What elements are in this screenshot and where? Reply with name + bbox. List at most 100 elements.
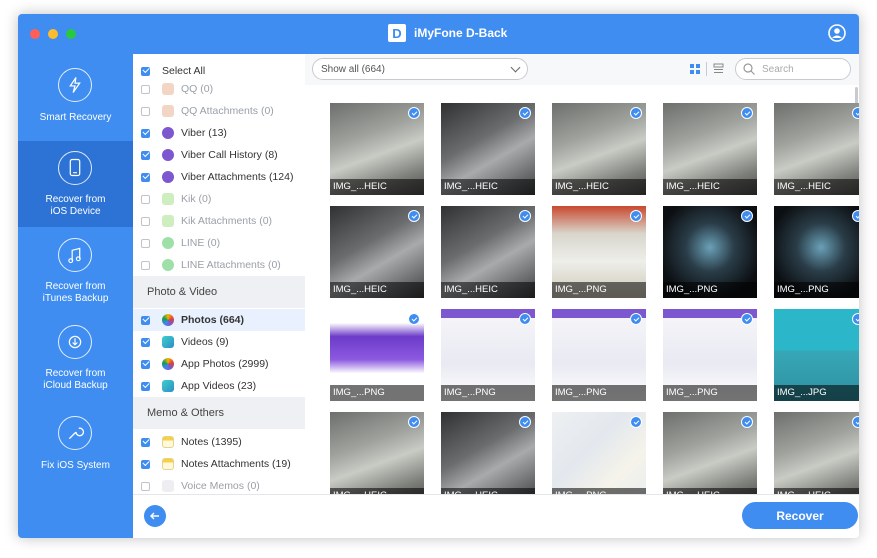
thumbnail-check-icon[interactable] [630, 313, 642, 325]
photo-thumbnail[interactable]: IMG_...PNG [552, 309, 646, 401]
select-all-checkbox[interactable] [141, 66, 150, 76]
photo-thumbnail[interactable]: IMG_...PNG [552, 206, 646, 298]
thumbnail-check-icon[interactable] [741, 107, 753, 119]
photo-thumbnail[interactable]: IMG_...PNG [663, 309, 757, 401]
user-account-icon[interactable] [828, 24, 846, 42]
category-row[interactable]: QQ (0) [133, 78, 305, 100]
category-row[interactable]: QQ Attachments (0) [133, 100, 305, 122]
photo-thumbnail[interactable]: IMG_...HEIC [552, 103, 646, 195]
category-row[interactable]: Kik Attachments (0) [133, 210, 305, 232]
sidebar-item-fix-ios-system[interactable]: Fix iOS System [18, 402, 133, 488]
thumbnail-check-icon[interactable] [741, 210, 753, 222]
photo-thumbnail[interactable]: IMG_...PNG [441, 309, 535, 401]
minimize-window-button[interactable] [48, 29, 58, 39]
category-checkbox[interactable] [141, 481, 150, 491]
category-label: LINE Attachments (0) [181, 259, 281, 271]
thumbnail-check-icon[interactable] [852, 313, 859, 325]
thumbnail-check-icon[interactable] [852, 107, 859, 119]
category-row[interactable]: App Photos (2999) [133, 353, 305, 375]
category-checkbox[interactable] [141, 459, 150, 469]
thumbnail-check-icon[interactable] [519, 313, 531, 325]
thumbnail-check-icon[interactable] [630, 107, 642, 119]
thumbnail-check-icon[interactable] [519, 416, 531, 428]
sidebar-item-itunes-backup[interactable]: Recover from iTunes Backup [18, 228, 133, 314]
sidebar-item-icloud-backup[interactable]: Recover from iCloud Backup [18, 315, 133, 401]
category-checkbox[interactable] [141, 238, 150, 248]
thumbnail-check-icon[interactable] [630, 416, 642, 428]
photo-thumbnail[interactable]: IMG_...HEIC [663, 103, 757, 195]
section-header-memo-others: Memo & Others [133, 397, 305, 429]
category-checkbox[interactable] [141, 437, 150, 447]
sidebar-item-smart-recovery[interactable]: Smart Recovery [18, 54, 133, 140]
category-row[interactable]: Notes Attachments (19) [133, 453, 305, 475]
photo-thumbnail[interactable]: IMG_...JPG [774, 309, 859, 401]
thumbnail-check-icon[interactable] [852, 210, 859, 222]
thumbnail-check-icon[interactable] [408, 210, 420, 222]
category-checkbox[interactable] [141, 216, 150, 226]
thumbnail-check-icon[interactable] [408, 107, 420, 119]
thumbnail-check-icon[interactable] [741, 416, 753, 428]
photo-thumbnail[interactable]: IMG_...HEIC [774, 412, 859, 494]
category-row[interactable]: Notes (1395) [133, 431, 305, 453]
thumbnail-check-icon[interactable] [519, 107, 531, 119]
thumbnail-check-icon[interactable] [519, 210, 531, 222]
sidebar: Smart Recovery Recover from iOS Device R… [18, 54, 133, 538]
category-checkbox[interactable] [141, 106, 150, 116]
photo-thumbnail[interactable]: IMG_...HEIC [441, 103, 535, 195]
photo-thumbnail[interactable]: IMG_...PNG [552, 412, 646, 494]
thumbnail-caption: IMG_...HEIC [663, 179, 757, 195]
thumbnail-check-icon[interactable] [408, 416, 420, 428]
zoom-window-button[interactable] [66, 29, 76, 39]
category-row[interactable]: Voice Memos (0) [133, 475, 305, 494]
category-checkbox[interactable] [141, 172, 150, 182]
category-checkbox[interactable] [141, 381, 150, 391]
thumbnail-check-icon[interactable] [408, 313, 420, 325]
category-row[interactable]: Viber Call History (8) [133, 144, 305, 166]
recover-button[interactable]: Recover [742, 502, 858, 529]
list-view-icon[interactable] [713, 63, 724, 74]
thumbnail-image [774, 412, 859, 494]
photo-thumbnail[interactable]: IMG_...HEIC [663, 412, 757, 494]
category-checkbox[interactable] [141, 150, 150, 160]
itunes-icon [58, 238, 92, 272]
photo-thumbnail[interactable]: IMG_...PNG [330, 309, 424, 401]
photo-thumbnail[interactable]: IMG_...PNG [663, 206, 757, 298]
category-row[interactable]: LINE Attachments (0) [133, 254, 305, 276]
close-window-button[interactable] [30, 29, 40, 39]
photo-thumbnail[interactable]: IMG_...HEIC [441, 412, 535, 494]
thumbnail-check-icon[interactable] [741, 313, 753, 325]
photo-thumbnail[interactable]: IMG_...HEIC [330, 103, 424, 195]
photo-thumbnail[interactable]: IMG_...PNG [774, 206, 859, 298]
category-checkbox[interactable] [141, 359, 150, 369]
photo-thumbnail[interactable]: IMG_...HEIC [774, 103, 859, 195]
search-input[interactable] [760, 62, 844, 76]
category-checkbox[interactable] [141, 260, 150, 270]
photo-thumbnail[interactable]: IMG_...HEIC [330, 206, 424, 298]
category-row[interactable]: Videos (9) [133, 331, 305, 353]
category-row[interactable]: Kik (0) [133, 188, 305, 210]
back-button[interactable] [144, 505, 166, 527]
photo-thumbnail[interactable]: IMG_...HEIC [441, 206, 535, 298]
sidebar-item-label: iOS Device [50, 206, 101, 217]
category-row-photos[interactable]: Photos (664) [133, 309, 305, 331]
category-panel: Select All QQ (0) QQ Attachments (0) Vib… [133, 54, 306, 494]
filter-dropdown[interactable]: Show all (664) [312, 58, 528, 80]
grid-view-icon[interactable] [690, 64, 700, 74]
category-checkbox[interactable] [141, 84, 150, 94]
window-controls [30, 29, 76, 39]
search-box[interactable] [735, 58, 851, 80]
line-icon [162, 259, 174, 271]
category-checkbox[interactable] [141, 194, 150, 204]
category-checkbox[interactable] [141, 315, 150, 325]
category-checkbox[interactable] [141, 128, 150, 138]
category-row[interactable]: LINE (0) [133, 232, 305, 254]
sidebar-item-ios-device[interactable]: Recover from iOS Device [18, 141, 133, 227]
category-row[interactable]: Viber (13) [133, 122, 305, 144]
thumbnail-check-icon[interactable] [852, 416, 859, 428]
thumbnail-check-icon[interactable] [630, 210, 642, 222]
category-checkbox[interactable] [141, 337, 150, 347]
category-label: App Videos (23) [181, 380, 257, 392]
photo-thumbnail[interactable]: IMG_...HEIC [330, 412, 424, 494]
category-row[interactable]: Viber Attachments (124) [133, 166, 305, 188]
category-row[interactable]: App Videos (23) [133, 375, 305, 397]
